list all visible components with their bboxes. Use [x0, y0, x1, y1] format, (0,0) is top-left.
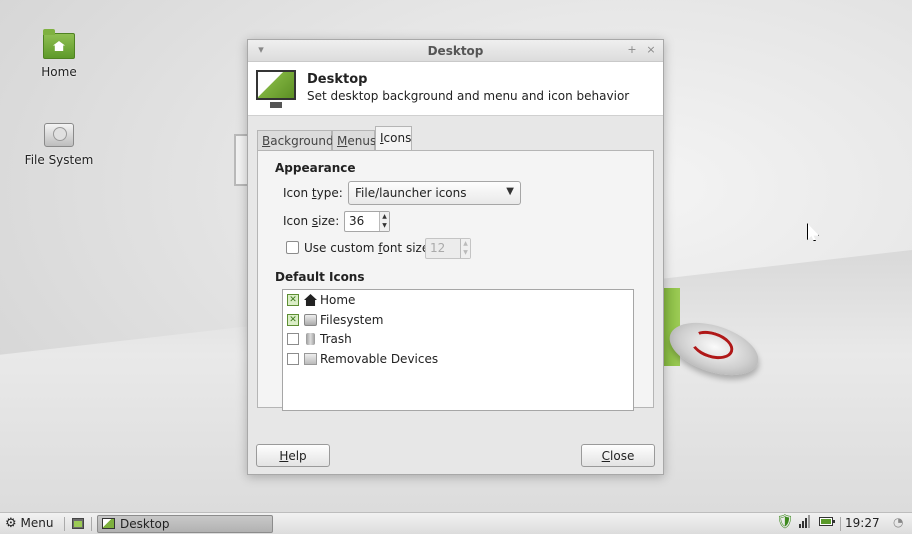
drive-icon [44, 123, 74, 147]
icon-size-label: Icon size: [283, 214, 340, 228]
clock[interactable]: 19:27 [845, 516, 880, 530]
desktop-icon-file-system[interactable]: File System [14, 123, 104, 167]
help-button[interactable]: Help [256, 444, 330, 467]
shield-icon[interactable]: 🛡 [776, 514, 794, 530]
wallpaper-frame-shape [234, 134, 248, 186]
show-desktop-icon[interactable] [72, 518, 84, 529]
battery-icon[interactable] [819, 515, 835, 531]
desktop-settings-dialog: ▾ Desktop + × Desktop Set desktop backgr… [247, 39, 664, 475]
notification-icon[interactable]: ◔ [893, 515, 903, 529]
close-icon[interactable]: × [644, 43, 658, 56]
icon-size-value: 36 [349, 214, 365, 228]
removable-devices-checkbox[interactable] [287, 353, 299, 365]
desktop-monitor-icon [102, 518, 115, 529]
spinner-arrows-icon: ▲ ▼ [460, 239, 470, 258]
home-checkbox[interactable]: ✕ [287, 294, 299, 306]
home-icon [304, 294, 317, 306]
default-icons-heading: Default Icons [275, 270, 365, 284]
icon-type-label: Icon type: [283, 186, 343, 200]
taskbar-separator [840, 517, 841, 531]
menu-button[interactable]: ⚙ Menu [5, 516, 53, 531]
trash-checkbox[interactable] [287, 333, 299, 345]
filesystem-checkbox[interactable]: ✕ [287, 314, 299, 326]
removable-devices-icon [304, 353, 317, 365]
window-title: Desktop [427, 44, 484, 58]
list-item-label: Filesystem [320, 313, 384, 327]
taskbar-separator [91, 517, 92, 531]
mouse-cursor-icon [807, 223, 819, 241]
window-titlebar[interactable]: ▾ Desktop + × [248, 40, 663, 62]
appearance-heading: Appearance [275, 161, 356, 175]
icon-type-select[interactable]: File/launcher icons ▼ [348, 181, 521, 205]
icon-size-spinner[interactable]: 36 ▲ ▼ [344, 211, 390, 232]
custom-font-size-checkbox[interactable] [286, 241, 299, 254]
dialog-header: Desktop Set desktop background and menu … [248, 62, 663, 116]
spinner-arrows-icon[interactable]: ▲ ▼ [379, 212, 389, 231]
tab-icons[interactable]: Icons [375, 126, 412, 152]
taskbar-separator [64, 517, 65, 531]
list-item-label: Removable Devices [320, 352, 439, 366]
list-item-filesystem[interactable]: ✕ Filesystem [287, 311, 587, 329]
taskbar-window-desktop[interactable]: Desktop [97, 515, 273, 533]
filesystem-icon [304, 314, 317, 326]
tab-background[interactable]: Background [257, 130, 334, 151]
default-icons-list[interactable]: ✕ Home ✕ Filesystem Trash Removable Devi… [282, 289, 634, 411]
home-folder-icon [43, 29, 75, 59]
list-item-home[interactable]: ✕ Home [287, 291, 587, 309]
gear-icon: ⚙ [5, 516, 17, 531]
list-item-trash[interactable]: Trash [287, 330, 587, 348]
taskbar: ⚙ Menu Desktop 🛡 19:27 ◔ [0, 512, 912, 534]
desktop-icon-label: File System [24, 153, 94, 167]
font-size-spinner: 12 ▲ ▼ [425, 238, 471, 259]
close-button[interactable]: Close [581, 444, 655, 467]
list-item-label: Trash [320, 332, 352, 346]
desktop-icon-home[interactable]: Home [14, 29, 104, 79]
maximize-icon[interactable]: + [625, 43, 639, 56]
trash-icon [306, 333, 315, 345]
font-size-value: 12 [430, 241, 446, 255]
custom-font-size-label: Use custom font size: [304, 241, 434, 255]
list-item-label: Home [320, 293, 356, 307]
desktop-icon-label: Home [41, 65, 77, 79]
desktop-monitor-icon [256, 70, 296, 108]
header-title: Desktop [307, 72, 368, 87]
list-item-removable-devices[interactable]: Removable Devices [287, 350, 587, 368]
icon-type-value: File/launcher icons [355, 186, 467, 200]
signal-icon[interactable] [799, 515, 812, 531]
icons-tab-panel: Appearance Icon type: File/launcher icon… [257, 150, 654, 411]
header-subtitle: Set desktop background and menu and icon… [307, 89, 630, 103]
chevron-down-icon: ▼ [506, 186, 514, 197]
tab-menus[interactable]: Menus [332, 130, 376, 151]
